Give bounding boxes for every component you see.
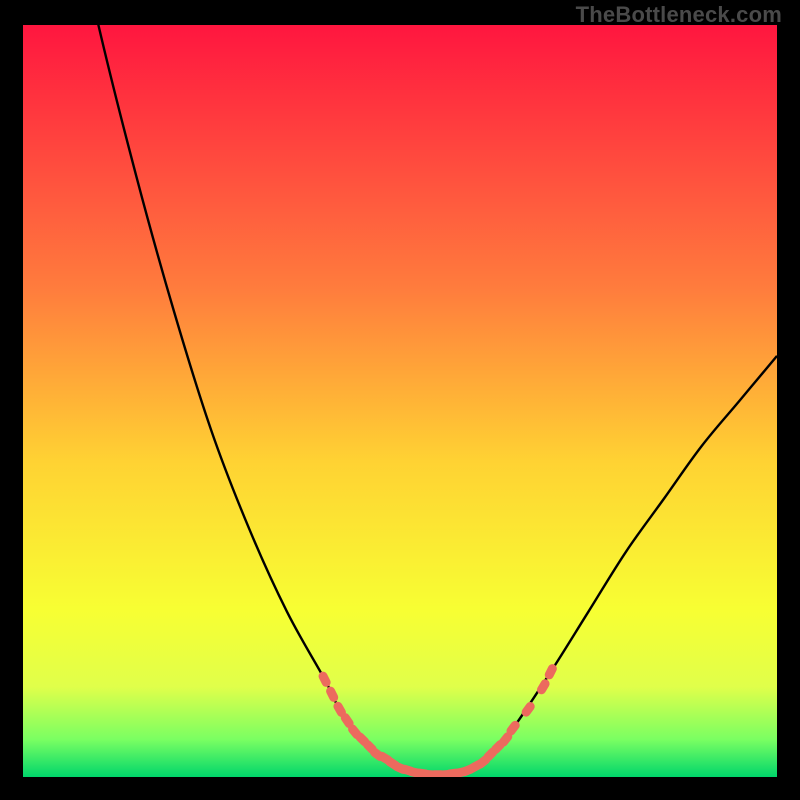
gradient-background [23, 25, 777, 777]
plot-area [23, 25, 777, 777]
chart-svg [23, 25, 777, 777]
chart-frame: TheBottleneck.com [0, 0, 800, 800]
